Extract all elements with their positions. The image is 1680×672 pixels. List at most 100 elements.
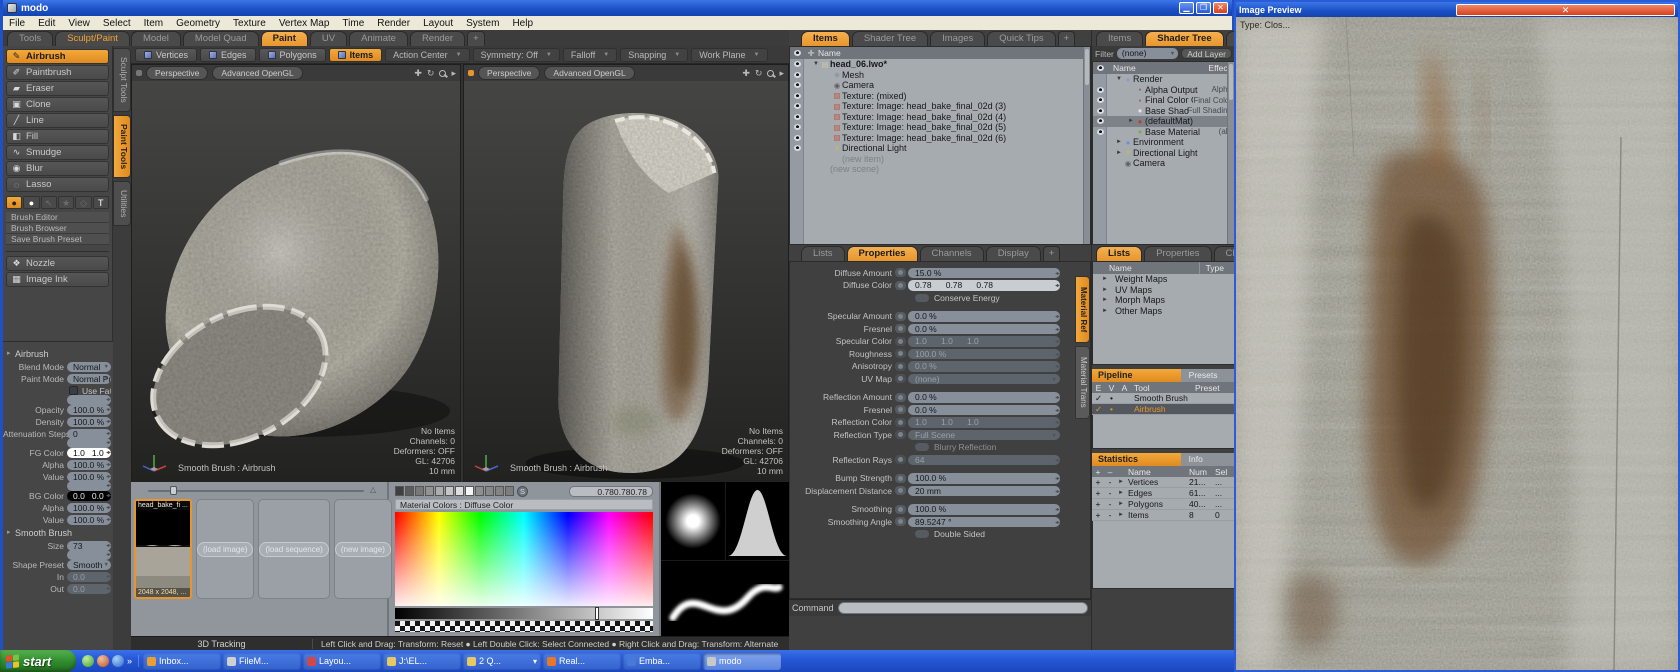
shading-mode-pill[interactable]: Advanced OpenGL [544,66,634,80]
image-slot[interactable]: (load sequence) [258,499,329,599]
visibility-eye-icon[interactable] [790,145,804,151]
layout-tab[interactable]: Render [410,31,465,46]
maximize-button[interactable]: ❐ [1196,2,1211,14]
expand-plus[interactable]: + [1092,499,1104,509]
gray-swatch[interactable] [485,486,494,496]
image-slot-label[interactable]: (load image) [197,542,253,557]
collapse-minus[interactable]: - [1104,510,1116,520]
property-value[interactable]: Double Sided [908,529,1060,540]
pipeline-header[interactable]: Pipeline [1092,369,1181,382]
zoom-icon[interactable] [767,70,774,77]
panel-tab[interactable]: Properties [847,246,918,261]
property-value[interactable]: 0.0 % [908,324,1060,335]
image-slot-label[interactable]: (new image) [335,542,391,557]
gray-swatch[interactable] [395,486,404,496]
texture-preview[interactable]: Type: Clos... [1236,17,1678,670]
material-sub-tab[interactable]: Material Ref [1075,276,1090,343]
expand-arrow-icon[interactable]: ► [1127,118,1135,124]
shader-row[interactable]: ● Base Shader Full Shading [1093,106,1234,117]
taskbar-button[interactable]: J:\EL... [383,653,461,670]
pipeline-row[interactable]: ✓ • Smooth Brush [1092,393,1235,404]
menu-item[interactable]: Vertex Map [279,18,330,29]
property-value[interactable]: 89.5247 ° [908,517,1060,528]
visibility-eye-icon[interactable] [1093,108,1107,114]
shader-row[interactable]: ► ✶ Directional Light [1093,148,1234,159]
property-value[interactable]: (none) [908,374,1060,385]
envelope-icon[interactable] [895,430,906,439]
item-row[interactable]: ▨ Texture: Image: head_bake_final_02d (5… [790,122,1090,133]
envelope-icon[interactable] [895,517,906,526]
shader-row[interactable]: ▼ ● Render [1093,74,1234,85]
taskbar-button[interactable]: Emba... [623,653,701,670]
brush-link[interactable]: Brush Browser [6,223,109,234]
visibility-eye-icon[interactable] [790,61,804,67]
property-value[interactable] [67,481,111,491]
selection-mode-button[interactable]: Vertices [135,48,197,62]
statistics-row[interactable]: + - ► Vertices 21... ... [1092,477,1235,488]
property-value[interactable] [67,438,111,448]
property-value[interactable]: 100.0 % [908,349,1060,360]
value-gradient-bar[interactable] [395,608,653,619]
collapse-minus[interactable]: - [1104,499,1116,509]
property-value[interactable]: 0.0 [67,572,111,582]
tool-button[interactable]: ❖ Nozzle [6,256,109,271]
menu-item[interactable]: Layout [423,18,453,29]
item-row[interactable]: ▨ Texture: Image: head_bake_final_02d (4… [790,112,1090,123]
panel-tab[interactable]: + [1058,31,1076,46]
list-row[interactable]: ► UV Maps [1093,285,1234,296]
panel-tab[interactable]: Properties [1144,246,1211,261]
start-button[interactable]: start [0,650,76,672]
property-value[interactable]: Conserve Energy [908,293,1060,304]
menu-item[interactable]: File [9,18,25,29]
section-header[interactable]: Smooth Brush [3,528,113,538]
panel-tab[interactable]: Shader Tree [1145,31,1223,46]
property-value[interactable]: 0.0 0.0 0.0 [67,491,111,501]
pan-icon[interactable]: ✚ [414,68,422,79]
layout-tab[interactable]: Model Quad [183,31,259,46]
type-column-header[interactable]: Type [1199,262,1234,274]
brush-link[interactable]: Brush Editor [6,212,109,223]
quick-launch-icon[interactable] [82,655,94,667]
color-value-field[interactable]: 0.780.780.78 [569,486,653,497]
brush-tip-button[interactable]: ★ [58,196,74,209]
item-row[interactable]: ▼ ▤ head_06.lwo* [790,59,1090,70]
item-row[interactable]: (new scene) [790,164,1090,175]
item-row[interactable]: (new item) [790,154,1090,165]
expand-arrow-icon[interactable]: ► [1116,512,1126,518]
property-value[interactable]: 20 mm [908,486,1060,497]
panel-tab[interactable]: Display [986,246,1041,261]
gray-swatch[interactable] [475,486,484,496]
item-row[interactable]: ▨ Texture: Image: head_bake_final_02d (6… [790,133,1090,144]
gray-swatch[interactable] [425,486,434,496]
panel-tab[interactable]: Lists [801,246,845,261]
property-value[interactable]: 100.0 % [67,405,111,415]
menu-item[interactable]: Edit [38,18,55,29]
panel-tab[interactable]: Items [801,31,850,46]
visibility-eye-icon[interactable] [790,114,804,120]
menu-item[interactable]: System [466,18,499,29]
tool-button[interactable]: ◉ Blur [6,161,109,176]
view-mode-pill[interactable]: Perspective [478,66,540,80]
slider-handle[interactable] [170,486,177,495]
visible-dot[interactable]: • [1105,393,1118,403]
viewport-marker[interactable] [468,70,474,76]
tool-button[interactable]: ◌ Lasso [6,177,109,192]
shader-row[interactable]: ► ● (defaultMat) [1093,116,1234,127]
tool-button[interactable]: ∿ Smudge [6,145,109,160]
statistics-row[interactable]: + - ► Edges 61... ... [1092,488,1235,499]
view-mode-pill[interactable]: Perspective [146,66,208,80]
property-value[interactable]: Full Scene [908,430,1060,441]
hue-saturation-field[interactable] [395,512,653,606]
expand-arrow-icon[interactable]: ► [1115,150,1123,156]
envelope-icon[interactable] [895,418,906,427]
gray-swatch[interactable] [495,486,504,496]
close-button[interactable]: ✕ [1213,2,1228,14]
panel-tab[interactable]: Channels [920,246,984,261]
brush-tip-button[interactable]: T [93,196,109,209]
list-row[interactable]: ► Morph Maps [1093,295,1234,306]
gray-swatch[interactable] [455,486,464,496]
property-value[interactable]: 0.0 % [908,361,1060,372]
brush-tip-button[interactable]: ● [23,196,39,209]
property-value[interactable]: 0.78 0.78 0.78 [908,280,1060,291]
item-row[interactable]: ▨ Texture: (mixed) [790,91,1090,102]
